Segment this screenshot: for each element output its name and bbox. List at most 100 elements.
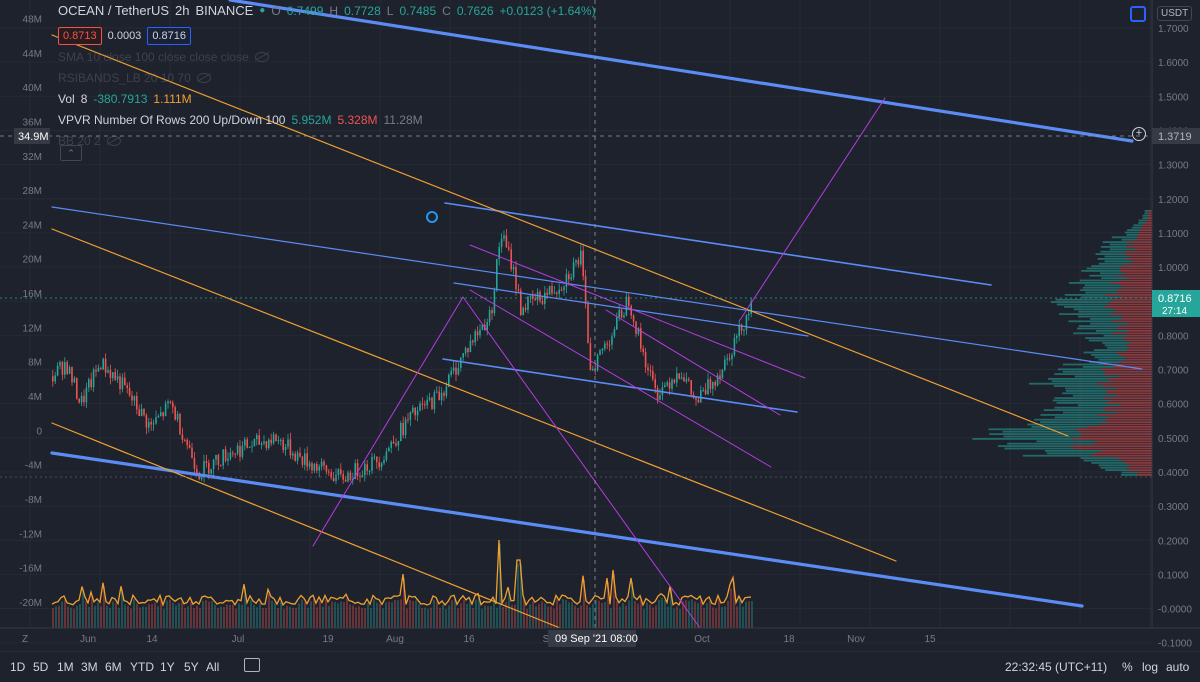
volume-bar [94, 605, 96, 628]
volume-bar [538, 604, 540, 628]
vpvr-bar-down [1125, 246, 1152, 248]
candle-body [196, 468, 198, 473]
volume-bar [295, 608, 297, 628]
indicator-sma[interactable]: SMA 10 close 100 close close close [58, 46, 596, 67]
time-axis-label: 14 [146, 634, 158, 645]
ohlc-close-value: 0.7626 [456, 3, 494, 18]
range-1d[interactable]: 1D [10, 660, 25, 674]
vpvr-bar-up [1055, 298, 1113, 301]
candle-body [100, 368, 102, 370]
vpvr-bar-up [1090, 318, 1122, 320]
volume-bar [637, 603, 639, 628]
indicator-volume[interactable]: Vol 8 -380.7913 1.111M [58, 88, 596, 109]
volume-sma-line [51, 539, 752, 608]
candle-body [176, 413, 179, 420]
volume-bar [301, 599, 303, 628]
vpvr-bar-up [1098, 262, 1130, 265]
candle-body [71, 367, 73, 383]
candle-body [644, 352, 647, 368]
volume-bar [307, 607, 309, 628]
volume-bar [202, 600, 204, 628]
volume-bar [562, 599, 564, 628]
currency-unit-label[interactable]: USDT [1157, 6, 1193, 21]
candle-body [239, 445, 241, 457]
symbol-name[interactable]: OCEAN / TetherUS [58, 2, 169, 20]
hidden-eye-icon[interactable] [106, 135, 121, 146]
range-5y[interactable]: 5Y [184, 660, 199, 674]
auto-toggle[interactable]: auto [1166, 660, 1189, 674]
volume-bar [661, 597, 663, 628]
vpvr-bar-down [1137, 471, 1152, 474]
candle-body [455, 367, 457, 375]
indicator-bb[interactable]: BB 20 2 [58, 130, 596, 151]
interval-label[interactable]: 2h [175, 2, 189, 20]
date-range-picker-icon[interactable] [244, 658, 260, 672]
volume-bar [292, 607, 294, 628]
volume-bar [655, 605, 657, 628]
vpvr-bar-up [1058, 313, 1112, 315]
vpvr-bar-up [1065, 390, 1106, 392]
vpvr-bar-up [1073, 332, 1112, 335]
vpvr-bar-up [1062, 370, 1105, 373]
vpvr-bar-up [1052, 399, 1111, 402]
volume-bar [151, 604, 153, 628]
candle-body [229, 452, 232, 459]
volume-bar [217, 607, 219, 628]
vpvr-bar-down [1110, 380, 1152, 383]
volume-bar [112, 601, 114, 628]
candle-body [678, 373, 680, 379]
time-axis-label: Jun [80, 634, 96, 645]
volume-bar [625, 605, 627, 628]
vpvr-bar-up [1121, 471, 1138, 474]
vpvr-bar-down [1107, 421, 1152, 423]
vpvr-bar-up [1104, 260, 1133, 263]
vpvr-bar-down [1118, 354, 1152, 356]
range-3m[interactable]: 3M [81, 660, 98, 674]
hidden-eye-icon[interactable] [254, 51, 269, 62]
candle-body [632, 315, 635, 322]
range-1m[interactable]: 1M [57, 660, 74, 674]
vpvr-bar-down [1127, 346, 1152, 349]
indicator-vpvr[interactable]: VPVR Number Of Rows 200 Up/Down 100 5.95… [58, 109, 596, 130]
candle-body [412, 407, 414, 413]
volume-bar [178, 603, 180, 628]
candle-body [323, 461, 325, 466]
compare-icon[interactable] [1130, 6, 1146, 22]
range-6m[interactable]: 6M [105, 660, 122, 674]
volume-bar [73, 608, 75, 628]
vpvr-bar-down [1145, 219, 1152, 222]
volume-bar [457, 608, 459, 628]
candle-body [431, 397, 433, 409]
range-all[interactable]: All [206, 660, 219, 674]
log-toggle[interactable]: log [1142, 660, 1158, 674]
volume-bar [169, 599, 171, 628]
candle-body [83, 395, 85, 403]
volume-bar [568, 602, 570, 628]
vpvr-bar-up [1044, 450, 1102, 452]
vpvr-bar-up [1073, 308, 1114, 311]
hidden-eye-icon[interactable] [196, 72, 211, 83]
range-ytd[interactable]: YTD [130, 660, 154, 674]
volume-bar [439, 607, 441, 628]
collapse-legend-button[interactable]: ⌃ [60, 145, 82, 161]
candle-body [388, 447, 390, 452]
candle-body [541, 301, 544, 304]
range-5d[interactable]: 5D [33, 660, 48, 674]
candle-body [616, 317, 618, 330]
percent-toggle[interactable]: % [1122, 660, 1133, 674]
candle-body [560, 289, 563, 291]
add-alert-plus-icon[interactable]: + [1132, 127, 1146, 141]
candle-body [104, 358, 107, 373]
crosshair-volume-text: 34.9M [18, 131, 49, 143]
candle-body [721, 369, 724, 379]
sell-button[interactable]: 0.8713 [58, 26, 102, 45]
buy-button[interactable]: 0.8716 [147, 26, 191, 45]
volume-bar [475, 599, 477, 628]
range-1y[interactable]: 1Y [160, 660, 175, 674]
indicator-rsibands[interactable]: RSIBANDS_LB 20 10 70 [58, 67, 596, 88]
candle-body [656, 387, 659, 400]
vpvr-bar-down [1127, 322, 1152, 325]
vpvr-bar-up [1088, 339, 1126, 342]
clock-label[interactable]: 22:32:45 (UTC+11) [1005, 660, 1107, 674]
candle-body [90, 379, 92, 388]
